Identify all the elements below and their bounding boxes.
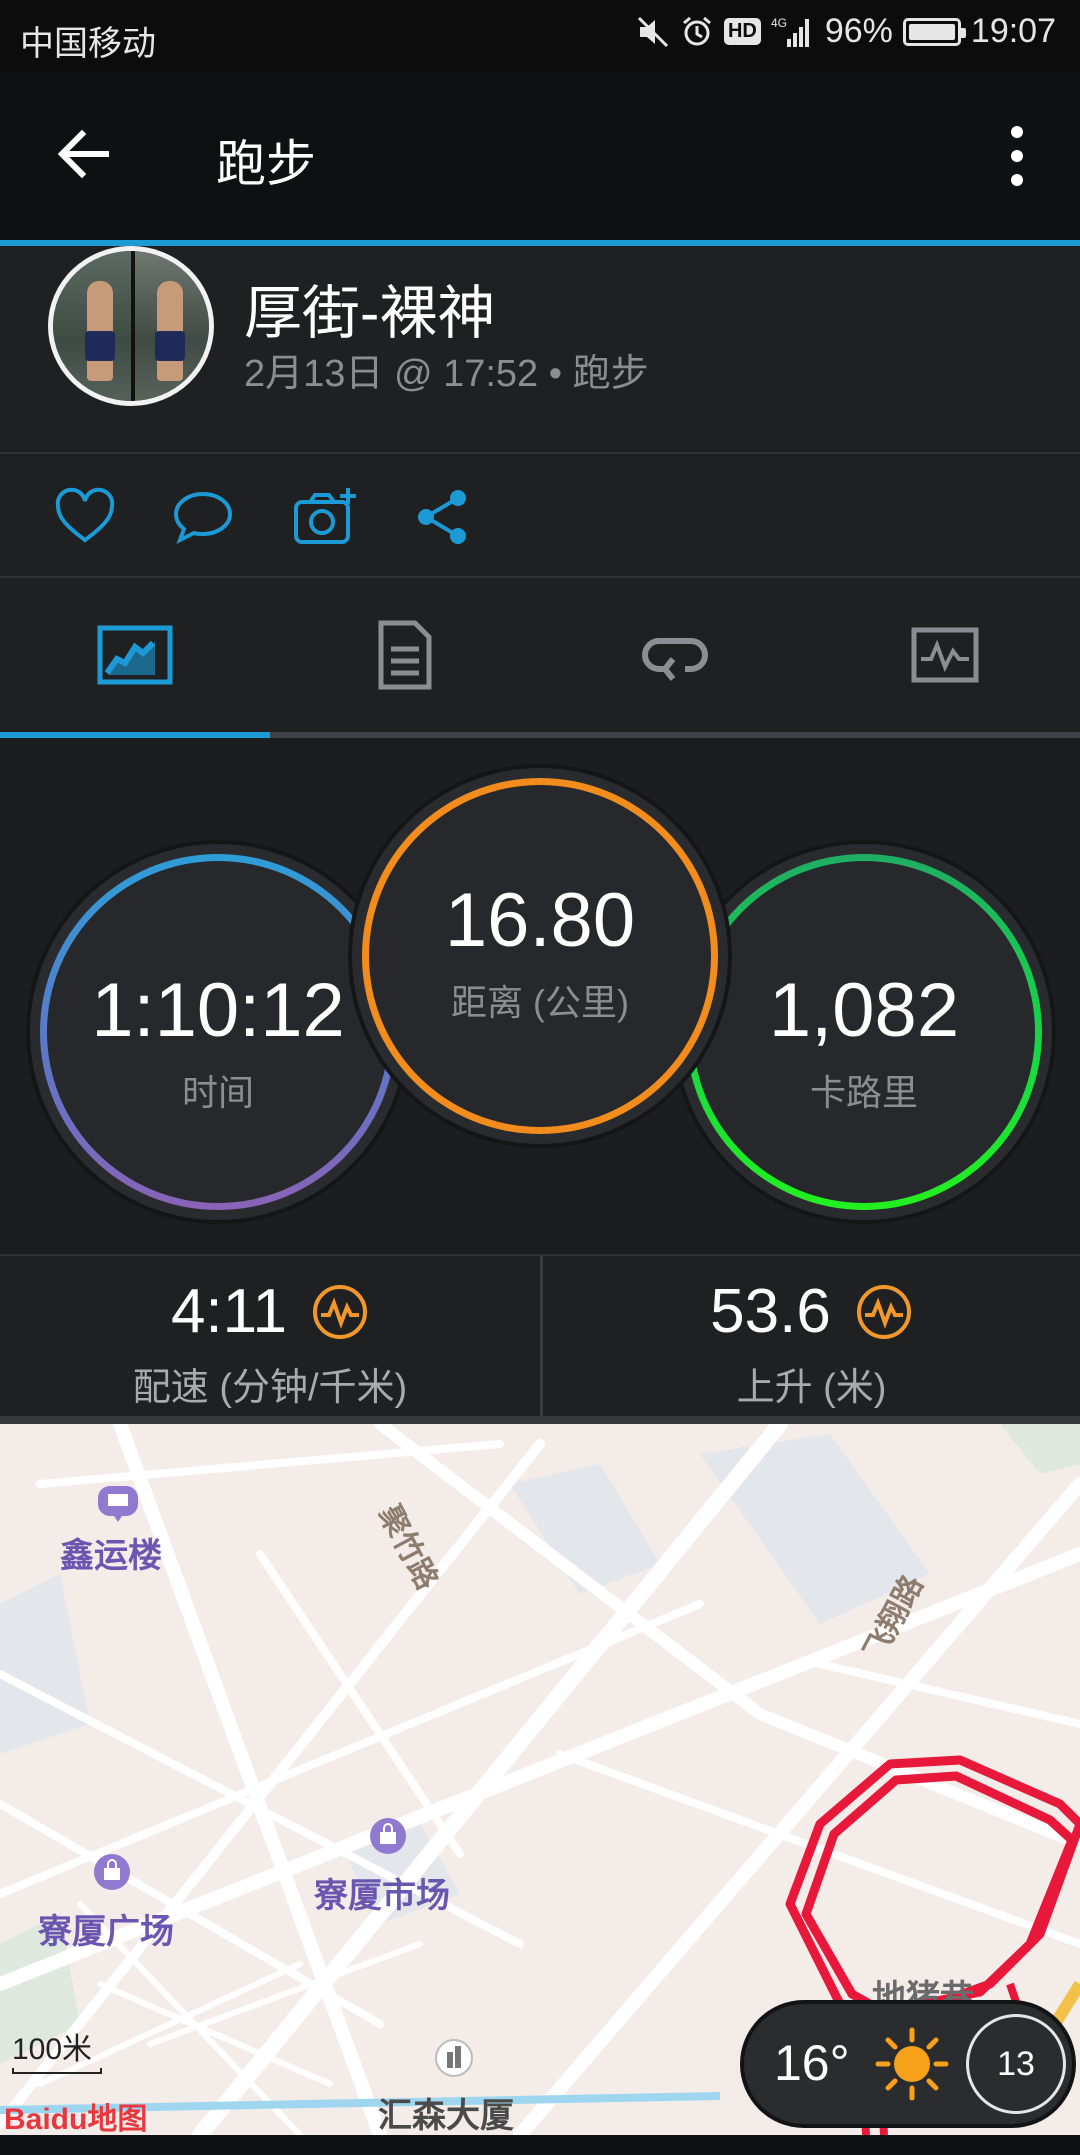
divider xyxy=(0,452,1080,454)
baidu-map-logo: Baidu地图 xyxy=(4,2094,147,2138)
add-photo-icon[interactable] xyxy=(292,484,358,550)
calories-ring: 1,082 卡路里 xyxy=(676,844,1052,1220)
hotel-icon xyxy=(98,1486,138,1522)
poi-label: 寮厦市场 xyxy=(314,1877,450,1915)
battery-icon xyxy=(902,17,966,46)
pace-value: 4:11 xyxy=(170,1277,288,1346)
metrics-row: 4:11 配速 (分钟/千米) 53.6 上升 (米) xyxy=(0,1254,1080,1416)
loop-arrow-icon xyxy=(642,638,708,681)
activity-tabs xyxy=(0,578,1080,738)
svg-text:4G: 4G xyxy=(771,16,787,30)
social-actions xyxy=(0,456,1080,576)
like-heart-icon[interactable] xyxy=(52,484,118,550)
carrier-name: 中国移动 xyxy=(20,25,156,63)
bottom-bar xyxy=(0,2135,1080,2155)
time-ring: 1:10:12 时间 xyxy=(30,844,406,1220)
signal-icon: 4G xyxy=(771,15,815,49)
status-bar: 中国移动 HD 4G 96% 19:07 xyxy=(0,0,1080,72)
time-label: 时间 xyxy=(181,1071,254,1113)
activity-graph-icon xyxy=(911,627,979,683)
poi-label: 鑫运楼 xyxy=(60,1537,162,1575)
pulse-graph-icon xyxy=(313,1284,368,1339)
pace-metric[interactable]: 4:11 配速 (分钟/千米) xyxy=(0,1256,540,1416)
building-icon xyxy=(435,2039,473,2077)
tab-laps[interactable] xyxy=(540,578,810,732)
calories-label: 卡路里 xyxy=(809,1071,918,1113)
weather-temperature: 16° xyxy=(774,2035,850,2091)
document-list-icon xyxy=(378,620,432,690)
app-bar: 跑步 xyxy=(0,72,1080,240)
shopping-icon xyxy=(370,1818,406,1854)
share-icon[interactable] xyxy=(412,484,478,550)
tab-charts[interactable] xyxy=(810,578,1080,732)
battery-percent: 96% xyxy=(824,12,893,50)
summary-stats: 1:10:12 时间 1,082 卡路里 16.80 距离 (公里) xyxy=(0,738,1080,1254)
mute-icon xyxy=(636,15,670,49)
activity-header: 厚街-裸神 2月13日 @ 17:52 • 跑步 xyxy=(0,246,1080,454)
section-separator xyxy=(0,1416,1080,1424)
user-name[interactable]: 厚街-裸神 xyxy=(244,266,495,350)
pace-label: 配速 (分钟/千米) xyxy=(132,1367,408,1409)
elevation-value: 53.6 xyxy=(710,1277,831,1346)
sun-icon xyxy=(875,2027,949,2101)
baidu-map-logo-text: Baidu地图 xyxy=(4,2103,148,2136)
activity-meta: 2月13日 @ 17:52 • 跑步 xyxy=(244,353,649,395)
shopping-icon xyxy=(94,1854,130,1890)
tab-overview[interactable] xyxy=(0,578,270,732)
map-zoom-level[interactable]: 13 xyxy=(966,2014,1066,2114)
map-scale: 100米 xyxy=(12,2024,102,2074)
elevation-metric[interactable]: 53.6 上升 (米) xyxy=(540,1256,1080,1416)
time-value: 1:10:12 xyxy=(91,967,345,1053)
poi-label: 汇森大厦 xyxy=(378,2097,514,2135)
elevation-label: 上升 (米) xyxy=(736,1367,887,1409)
comment-bubble-icon[interactable] xyxy=(170,484,236,550)
tab-details[interactable] xyxy=(270,578,540,732)
hd-badge: HD xyxy=(723,18,761,45)
map-scale-text: 100米 xyxy=(12,2033,93,2066)
alarm-icon xyxy=(680,15,714,49)
page-title: 跑步 xyxy=(216,136,316,192)
pulse-graph-icon xyxy=(856,1284,911,1339)
more-options-icon[interactable] xyxy=(1002,124,1032,188)
distance-value: 16.80 xyxy=(444,877,636,963)
back-arrow-icon[interactable] xyxy=(50,124,120,184)
calories-value: 1,082 xyxy=(768,967,960,1053)
distance-label: 距离 (公里) xyxy=(451,981,629,1023)
clock: 19:07 xyxy=(970,12,1056,50)
stats-chart-icon xyxy=(97,625,173,685)
status-icons: HD 4G 96% 19:07 xyxy=(636,12,1056,51)
avatar[interactable] xyxy=(48,246,214,406)
poi-label: 寮厦广场 xyxy=(38,1913,174,1951)
map-scale-bar xyxy=(12,2068,102,2074)
weather-widget[interactable]: 16° 13 xyxy=(744,2004,1072,2124)
distance-ring: 16.80 距离 (公里) xyxy=(352,768,728,1144)
